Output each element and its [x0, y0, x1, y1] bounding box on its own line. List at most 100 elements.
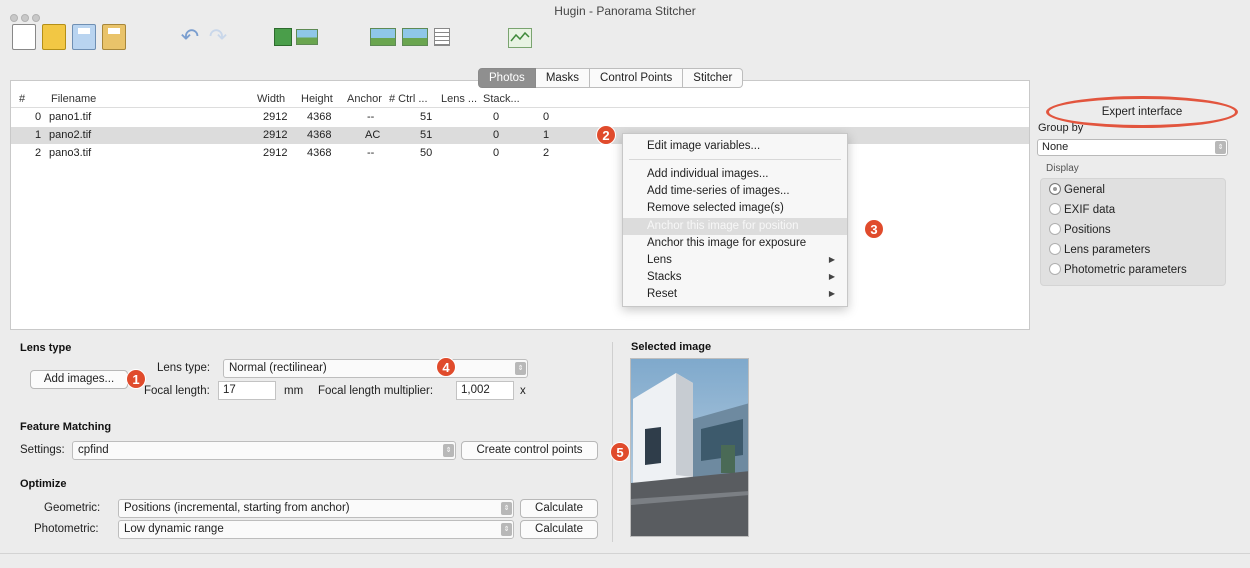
add-series-icon[interactable] — [296, 29, 318, 45]
column-header[interactable]: Lens ... — [441, 93, 477, 105]
create-control-points-button[interactable]: Create control points — [461, 441, 598, 460]
menu-item-stacks[interactable]: Stacks ▶ — [623, 269, 847, 286]
photometric-value: Low dynamic range — [124, 523, 224, 535]
cell-lens: 0 — [493, 111, 500, 123]
status-divider — [0, 553, 1250, 554]
column-header[interactable]: Filename — [51, 93, 96, 105]
table-row[interactable]: 1 pano2.tif 2912 4368 AC 51 0 1 — [11, 127, 1029, 144]
undo-icon[interactable]: ↶ — [178, 24, 202, 50]
radio-photometric-parameters[interactable]: Photometric parameters — [1049, 263, 1187, 279]
menu-item-label: Reset — [647, 288, 678, 300]
menu-item-lens[interactable]: Lens ▶ — [623, 252, 847, 269]
focal-multiplier-input[interactable]: 1,002 — [456, 381, 514, 400]
menu-item-anchor-position: Anchor this image for position — [623, 218, 847, 235]
cell-num: 0 — [35, 111, 42, 123]
radio-label: Lens parameters — [1064, 244, 1151, 256]
selected-image-title: Selected image — [631, 341, 712, 353]
radio-lens-parameters[interactable]: Lens parameters — [1049, 243, 1150, 259]
feature-settings-value: cpfind — [78, 444, 109, 456]
lens-type-value: Normal (rectilinear) — [229, 362, 327, 374]
geometric-select[interactable]: Positions (incremental, starting from an… — [118, 499, 514, 518]
open-project-icon[interactable] — [42, 24, 66, 50]
radio-exif-data[interactable]: EXIF data — [1049, 203, 1115, 219]
cell-num: 2 — [35, 147, 42, 159]
radio-general[interactable]: General — [1049, 183, 1105, 199]
cell-lens: 0 — [493, 129, 500, 141]
lens-type-select[interactable]: Normal (rectilinear) ⇕ — [223, 359, 528, 378]
feature-settings-select[interactable]: cpfind ⇕ — [72, 441, 456, 460]
cell-height: 4368 — [307, 111, 332, 123]
cell-lens: 0 — [493, 147, 500, 159]
tab-control-points[interactable]: Control Points — [590, 68, 684, 88]
chevron-updown-icon: ⇕ — [443, 444, 454, 457]
cell-num: 1 — [35, 129, 42, 141]
photometric-select[interactable]: Low dynamic range ⇕ — [118, 520, 514, 539]
menu-item-anchor-exposure[interactable]: Anchor this image for exposure — [623, 235, 847, 252]
column-header[interactable]: Width — [257, 93, 285, 105]
save-as-icon[interactable] — [102, 24, 126, 50]
radio-icon — [1049, 263, 1061, 275]
optimize-section-title: Optimize — [20, 478, 67, 490]
tab-masks[interactable]: Masks — [535, 68, 591, 88]
display-label: Display — [1046, 163, 1079, 174]
menu-item-edit-image-variables[interactable]: Edit image variables... — [623, 138, 847, 155]
cell-height: 4368 — [307, 147, 332, 159]
tab-bar: Photos Masks Control Points Stitcher — [478, 68, 744, 88]
cell-filename: pano2.tif — [49, 129, 92, 141]
optimizer-icon[interactable] — [508, 28, 532, 48]
chevron-updown-icon: ⇕ — [501, 523, 512, 536]
radio-selected-icon — [1049, 183, 1061, 195]
column-header[interactable]: # Ctrl ... — [389, 93, 428, 105]
table-row[interactable]: 2 pano3.tif 2912 4368 -- 50 0 2 — [11, 145, 1029, 162]
menu-separator — [629, 159, 841, 160]
feature-matching-section-title: Feature Matching — [20, 421, 112, 433]
minimize-window-icon[interactable] — [21, 14, 29, 22]
column-header[interactable]: # — [19, 93, 25, 105]
tab-stitcher[interactable]: Stitcher — [683, 68, 744, 88]
submenu-arrow-icon: ▶ — [828, 272, 835, 281]
group-by-select[interactable]: None ⇕ — [1037, 139, 1228, 156]
photometric-calculate-button[interactable]: Calculate — [520, 520, 598, 539]
new-project-icon[interactable] — [12, 24, 36, 50]
geometric-calculate-button[interactable]: Calculate — [520, 499, 598, 518]
chevron-updown-icon: ⇕ — [515, 362, 526, 375]
cell-ctrl: 51 — [420, 129, 433, 141]
annotation-badge: 2 — [596, 125, 616, 145]
menu-item-reset[interactable]: Reset ▶ — [623, 286, 847, 303]
redo-icon[interactable]: ↷ — [206, 24, 230, 50]
table-row[interactable]: 0 pano1.tif 2912 4368 -- 51 0 0 — [11, 109, 1029, 126]
close-window-icon[interactable] — [10, 14, 18, 22]
menu-item-remove-selected-images[interactable]: Remove selected image(s) — [623, 200, 847, 217]
column-header[interactable]: Stack... — [483, 93, 520, 105]
cell-stack: 1 — [543, 129, 550, 141]
image-list-panel: # Filename Width Height Anchor # Ctrl ..… — [10, 80, 1030, 330]
add-images-icon[interactable] — [274, 28, 292, 46]
cell-stack: 2 — [543, 147, 550, 159]
geometric-label: Geometric: — [44, 502, 101, 514]
list-icon[interactable] — [434, 28, 450, 46]
save-icon[interactable] — [72, 24, 96, 50]
group-by-label: Group by — [1038, 122, 1084, 134]
focal-length-label: Focal length: — [144, 385, 210, 397]
chevron-updown-icon: ⇕ — [1215, 141, 1226, 154]
radio-positions[interactable]: Positions — [1049, 223, 1111, 239]
table-header: # Filename Width Height Anchor # Ctrl ..… — [11, 91, 1029, 108]
fast-preview-icon[interactable] — [370, 28, 396, 46]
preview-icon[interactable] — [402, 28, 428, 46]
focal-unit-label: mm — [284, 385, 304, 397]
menu-item-add-individual-images[interactable]: Add individual images... — [623, 166, 847, 183]
add-images-button[interactable]: Add images... — [30, 370, 128, 389]
tab-photos[interactable]: Photos — [478, 68, 536, 88]
chevron-updown-icon: ⇕ — [501, 502, 512, 515]
menu-item-add-time-series[interactable]: Add time-series of images... — [623, 183, 847, 200]
submenu-arrow-icon: ▶ — [828, 255, 835, 264]
column-header[interactable]: Height — [301, 93, 333, 105]
focal-length-input[interactable]: 17 — [218, 381, 276, 400]
column-header[interactable]: Anchor — [347, 93, 382, 105]
radio-label: Photometric parameters — [1064, 264, 1187, 276]
annotation-badge: 4 — [436, 357, 456, 377]
cell-anchor: AC — [365, 129, 381, 141]
photometric-label: Photometric: — [34, 523, 99, 535]
zoom-window-icon[interactable] — [32, 14, 40, 22]
selected-image-preview — [630, 358, 749, 537]
